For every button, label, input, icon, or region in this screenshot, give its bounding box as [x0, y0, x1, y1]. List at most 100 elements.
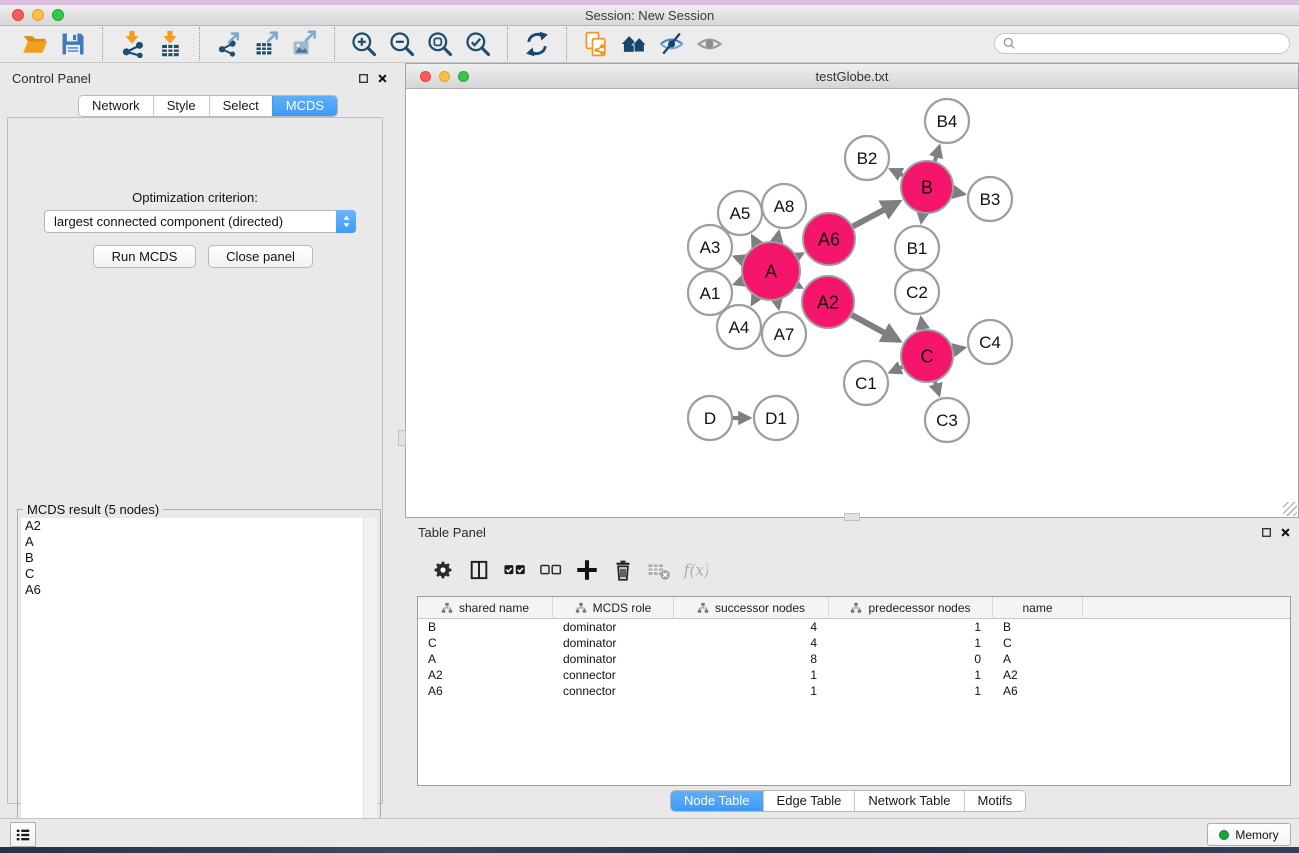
close-table-panel-button[interactable]: [1278, 526, 1292, 540]
memory-label: Memory: [1235, 828, 1278, 842]
table-settings-button[interactable]: [425, 553, 461, 587]
memory-status-dot: [1219, 830, 1229, 840]
table-row[interactable]: A2connector11A2: [418, 667, 1290, 683]
table-row[interactable]: Adominator80A: [418, 651, 1290, 667]
zoom-out-button[interactable]: [383, 28, 421, 60]
memory-button[interactable]: Memory: [1207, 823, 1291, 846]
select-all-rows-button[interactable]: [497, 553, 533, 587]
window-resize-grip[interactable]: [1283, 502, 1297, 516]
run-mcds-button[interactable]: Run MCDS: [93, 245, 196, 268]
edge-A-A2[interactable]: [797, 285, 800, 287]
vertical-splitter-handle[interactable]: [398, 430, 406, 446]
show-all-button[interactable]: [691, 28, 729, 60]
table-cell: dominator: [553, 651, 674, 667]
home-icon: [620, 30, 648, 58]
zoom-in-button[interactable]: [345, 28, 383, 60]
edge-B-B4[interactable]: [935, 147, 939, 161]
column-header-successor-nodes[interactable]: successor nodes: [674, 597, 829, 619]
export-table-button[interactable]: [248, 28, 286, 60]
horizontal-splitter-handle[interactable]: [844, 513, 860, 521]
table-tab-network-table[interactable]: Network Table: [854, 791, 963, 811]
tab-mcds[interactable]: MCDS: [272, 96, 337, 116]
network-graph[interactable]: AA2A6BCA1A3A4A5A7A8B1B2B3B4C1C2C3C4DD1: [406, 90, 1298, 517]
criterion-select[interactable]: largest connected component (directed): [44, 210, 356, 233]
table-cell: A2: [993, 667, 1083, 683]
edge-B-B3[interactable]: [954, 192, 964, 194]
table-cell: connector: [553, 683, 674, 699]
edge-A-A7[interactable]: [777, 300, 778, 307]
node-label-A6: A6: [818, 229, 840, 249]
import-network-button[interactable]: [113, 28, 151, 60]
mcds-result-scrollbar[interactable]: [363, 518, 377, 852]
mcds-result-item[interactable]: C: [21, 566, 365, 582]
network-canvas[interactable]: AA2A6BCA1A3A4A5A7A8B1B2B3B4C1C2C3C4DD1: [406, 90, 1298, 517]
column-header-predecessor-nodes[interactable]: predecessor nodes: [829, 597, 993, 619]
column-header-mcds-role[interactable]: MCDS role: [553, 597, 674, 619]
list-icon: [15, 827, 31, 843]
hide-selected-button[interactable]: [653, 28, 691, 60]
float-icon: [1261, 527, 1272, 538]
edge-A2-C[interactable]: [852, 315, 898, 340]
node-label-C1: C1: [855, 374, 877, 393]
edge-A-A3[interactable]: [735, 257, 743, 260]
tab-style[interactable]: Style: [153, 96, 209, 116]
clone-network-button[interactable]: [577, 28, 615, 60]
edge-A-A5[interactable]: [753, 237, 757, 245]
zoom-fit-button[interactable]: [421, 28, 459, 60]
edge-B-B2[interactable]: [891, 170, 902, 176]
add-column-button[interactable]: [569, 553, 605, 587]
refresh-layout-button[interactable]: [518, 28, 556, 60]
import-table-button[interactable]: [151, 28, 189, 60]
table-body: Bdominator41BCdominator41CAdominator80AA…: [418, 619, 1290, 699]
table-cell: C: [993, 635, 1083, 651]
column-header-shared-name[interactable]: shared name: [418, 597, 553, 619]
tab-select[interactable]: Select: [209, 96, 272, 116]
zoom-selected-button[interactable]: [459, 28, 497, 60]
tab-network[interactable]: Network: [79, 96, 153, 116]
edge-A-A6[interactable]: [797, 254, 802, 257]
search-box[interactable]: [994, 33, 1290, 54]
table-row[interactable]: Bdominator41B: [418, 619, 1290, 635]
save-session-button[interactable]: [54, 28, 92, 60]
delete-column-button[interactable]: [605, 553, 641, 587]
tree-icon: [575, 602, 587, 614]
edge-C-C4[interactable]: [953, 348, 963, 350]
import-table-icon: [156, 30, 184, 58]
mcds-result-item[interactable]: A2: [21, 518, 365, 534]
table-row[interactable]: A6connector11A6: [418, 683, 1290, 699]
table-tab-node-table[interactable]: Node Table: [671, 791, 763, 811]
mcds-result-list[interactable]: A2ABCA6: [21, 518, 365, 852]
home-button[interactable]: [615, 28, 653, 60]
export-table-icon: [253, 30, 281, 58]
mcds-result-item[interactable]: B: [21, 550, 365, 566]
zoom-in-icon: [350, 30, 378, 58]
column-header-name[interactable]: name: [993, 597, 1083, 619]
edge-A6-B[interactable]: [853, 202, 898, 226]
edge-C-C1[interactable]: [891, 367, 903, 372]
search-input[interactable]: [1021, 37, 1281, 51]
close-panel-button[interactable]: Close panel: [208, 245, 313, 268]
mcds-result-item[interactable]: A: [21, 534, 365, 550]
table-tab-edge-table[interactable]: Edge Table: [763, 791, 855, 811]
float-control-panel-button[interactable]: [356, 72, 370, 86]
close-control-panel-button[interactable]: [375, 72, 389, 86]
edge-A-A8[interactable]: [777, 232, 779, 241]
edge-A-A1[interactable]: [735, 281, 742, 284]
edge-B-B1[interactable]: [921, 214, 922, 222]
deselect-all-rows-button[interactable]: [533, 553, 569, 587]
edge-A-A4[interactable]: [752, 297, 756, 304]
edge-C-C3[interactable]: [935, 382, 939, 394]
app-title: Session: New Session: [0, 5, 1299, 26]
table-row[interactable]: Cdominator41C: [418, 635, 1290, 651]
task-history-button[interactable]: [10, 822, 36, 847]
open-session-button[interactable]: [16, 28, 54, 60]
mcds-result-item[interactable]: A6: [21, 582, 365, 598]
delete-table-icon: [646, 557, 672, 583]
float-table-panel-button[interactable]: [1259, 526, 1273, 540]
export-network-button[interactable]: [210, 28, 248, 60]
export-image-button[interactable]: [286, 28, 324, 60]
split-columns-button[interactable]: [461, 553, 497, 587]
node-label-B4: B4: [937, 112, 958, 131]
edge-C-C2[interactable]: [921, 319, 923, 330]
table-tab-motifs[interactable]: Motifs: [964, 791, 1026, 811]
